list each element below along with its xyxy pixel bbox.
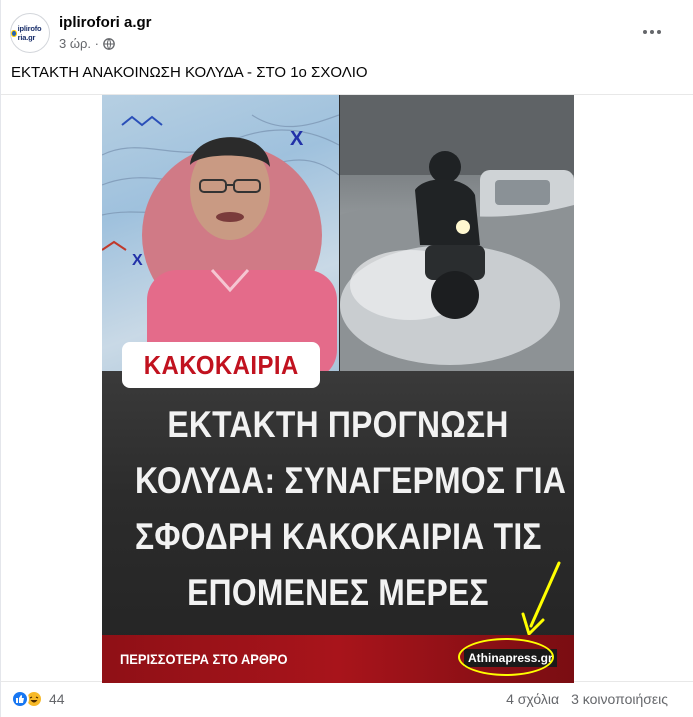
motorcycle-flood-photo [340,95,574,371]
headline-line: ΣΦΟΔΡΗ ΚΑΚΟΚΑΙΡΙΑ ΤΙΣ [135,516,542,557]
post-image[interactable]: X X ΚΑΚΟΚΑΙΡΙΑ ΕΚΤΑΚΤΗ ΠΡΟΓΝΩΣΗ ΚΟΛΥΔΑ: … [102,95,574,683]
headline-line: ΕΚΤΑΚΤΗ ΠΡΟΓΝΩΣΗ [167,404,509,445]
dot-icon [650,30,654,34]
post-media[interactable]: X X ΚΑΚΟΚΑΙΡΙΑ ΕΚΤΑΚΤΗ ΠΡΟΓΝΩΣΗ ΚΟΛΥΔΑ: … [1,94,693,683]
yellow-arrow-annotation [521,561,561,636]
headline-line: ΕΠΟΜΕΝΕΣ ΜΕΡΕΣ [187,572,489,613]
shares-count-link[interactable]: 3 κοινοποιήσεις [571,691,668,707]
more-options-button[interactable] [634,20,670,44]
svg-text:X: X [290,128,304,150]
reaction-count: 44 [49,691,65,707]
post-meta: 3 ώρ. · [59,36,115,51]
page-name[interactable]: iplirofori a.gr [59,14,152,31]
post-time[interactable]: 3 ώρ. · [59,36,99,51]
like-icon [11,690,29,708]
reactions-summary[interactable]: 44 [11,690,65,708]
page-avatar[interactable]: iplirofo ria.gr [10,13,50,53]
weather-map-graphic: X X [102,114,339,371]
read-more-label: ΠΕΡΙΣΣΟΤΕΡΑ ΣΤΟ ΑΡΘΡΟ [120,651,288,667]
facebook-post-card: iplirofo ria.gr iplirofori a.gr 3 ώρ. · … [0,0,693,717]
post-footer: 44 4 σχόλια 3 κοινοποιήσεις [1,682,693,717]
weather-presenter-photo: X X [102,95,339,371]
dot-icon [657,30,661,34]
engagement-stats: 4 σχόλια 3 κοινοποιήσεις [506,691,668,707]
category-tag: ΚΑΚΟΚΑΙΡΙΑ [122,342,320,388]
category-tag-label: ΚΑΚΟΚΑΙΡΙΑ [143,349,299,380]
highlight-ellipse-annotation [458,638,554,676]
post-header: iplirofo ria.gr iplirofori a.gr 3 ώρ. · [1,0,693,58]
read-more-bar[interactable]: ΠΕΡΙΣΣΟΤΕΡΑ ΣΤΟ ΑΡΘΡΟ Athinapress.gr [102,635,574,683]
avatar-text: iplirofo ria.gr [17,24,42,42]
avatar-logo: iplirofo ria.gr [11,24,49,42]
dot-icon [643,30,647,34]
comments-count-link[interactable]: 4 σχόλια [506,691,559,707]
article-headline: ΕΚΤΑΚΤΗ ΠΡΟΓΝΩΣΗ ΚΟΛΥΔΑ: ΣΥΝΑΓΕΡΜΟΣ ΓΙΑ … [102,397,574,621]
headline-line: ΚΟΛΥΔΑ: ΣΥΝΑΓΕΡΜΟΣ ΓΙΑ [135,460,567,501]
flood-scene-graphic [340,95,574,371]
globe-icon [103,37,115,50]
logo-dot-icon [11,29,17,37]
post-text: ΕΚΤΑΚΤΗ ΑΝΑΚΟΙΝΩΣΗ ΚΟΛΥΔΑ - ΣΤΟ 1ο ΣΧΟΛΙ… [11,64,368,81]
svg-text:X: X [132,252,143,269]
